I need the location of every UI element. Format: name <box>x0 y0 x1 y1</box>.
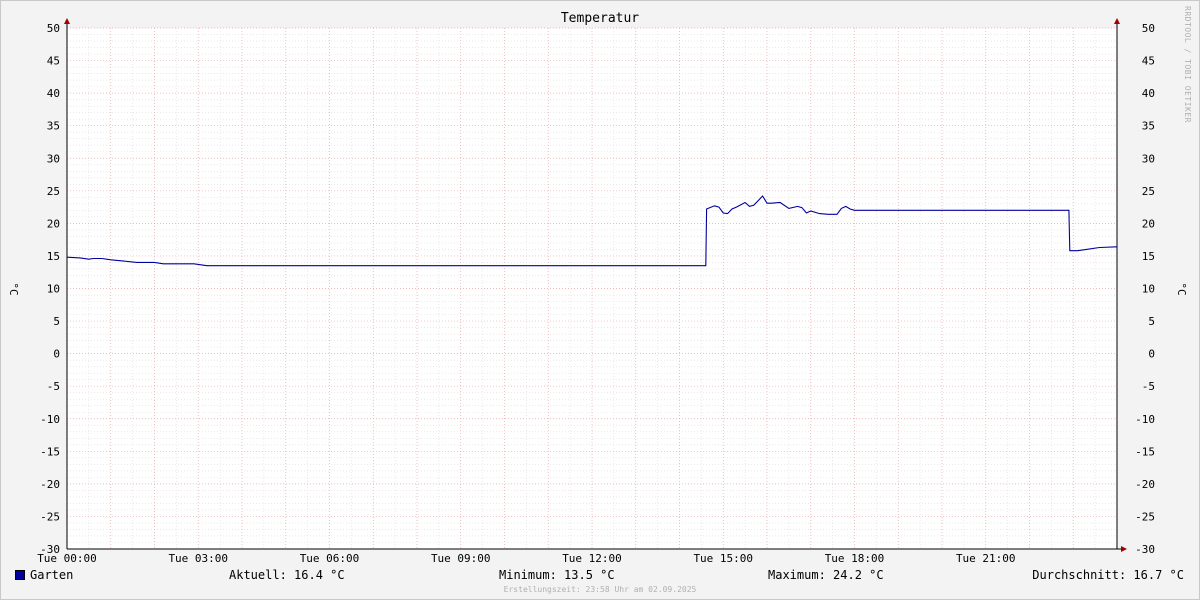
x-axis-arrow <box>1121 546 1127 552</box>
y-tick-label-right: 30 <box>1142 152 1155 165</box>
legend-series-label: Garten <box>30 568 74 582</box>
x-tick-label: Tue 21:00 <box>956 552 1016 565</box>
chart-canvas: 50 5045 4540 4035 3530 3025 2520 2015 1510 105 50 0… <box>7 18 1188 565</box>
y-tick-label-left: 25 <box>47 185 60 198</box>
y-tick-label-right: 25 <box>1142 185 1155 198</box>
y-tick-label-left: 35 <box>47 120 60 133</box>
y-tick-label-left: 0 <box>53 348 60 361</box>
y-tick-label-right: -25 <box>1135 510 1155 523</box>
y-tick-label-left: 15 <box>47 250 60 263</box>
y-tick-label-right: 10 <box>1142 283 1155 296</box>
y-tick-label-right: 5 <box>1148 315 1155 328</box>
x-tick-label: Tue 06:00 <box>300 552 360 565</box>
x-tick-label: Tue 03:00 <box>168 552 228 565</box>
y-axis-label-right: °C <box>1175 282 1188 295</box>
y-tick-label-right: -15 <box>1135 445 1155 458</box>
y-tick-label-right: -10 <box>1135 413 1155 426</box>
y-tick-label-right: -30 <box>1135 543 1155 556</box>
y-tick-label-left: -5 <box>47 380 60 393</box>
y-axis-left-arrow <box>64 18 70 24</box>
y-tick-label-left: 20 <box>47 217 60 230</box>
y-tick-label-left: 50 <box>47 22 60 35</box>
y-tick-label-left: 10 <box>47 283 60 296</box>
footer-timestamp: Erstellungszeit: 23:58 Uhr am 02.09.2025 <box>503 585 697 594</box>
y-tick-label-right: 50 <box>1142 22 1155 35</box>
y-tick-label-left: -10 <box>40 413 60 426</box>
y-tick-label-left: 45 <box>47 55 60 68</box>
y-axis-label-left: °C <box>7 282 20 295</box>
y-tick-label-right: 40 <box>1142 87 1155 100</box>
x-tick-label: Tue 15:00 <box>693 552 753 565</box>
y-tick-label-left: 30 <box>47 152 60 165</box>
y-tick-label-right: 15 <box>1142 250 1155 263</box>
x-tick-label: Tue 18:00 <box>825 552 885 565</box>
y-tick-label-right: 20 <box>1142 217 1155 230</box>
y-tick-label-right: 0 <box>1148 348 1155 361</box>
y-tick-label-right: 45 <box>1142 55 1155 68</box>
y-tick-label-left: -20 <box>40 478 60 491</box>
legend-average: Durchschnitt: 16.7 °C <box>1032 568 1184 582</box>
y-tick-label-right: -20 <box>1135 478 1155 491</box>
y-tick-label-left: -25 <box>40 510 60 523</box>
legend-minimum: Minimum: 13.5 °C <box>499 568 615 582</box>
x-tick-label: Tue 00:00 <box>37 552 97 565</box>
y-axis-right-arrow <box>1114 18 1120 24</box>
y-tick-label-left: -15 <box>40 445 60 458</box>
x-tick-label: Tue 09:00 <box>431 552 491 565</box>
y-tick-label-left: 5 <box>53 315 60 328</box>
legend-swatch-garten <box>15 570 25 580</box>
legend-current: Aktuell: 16.4 °C <box>229 568 345 582</box>
legend-maximum: Maximum: 24.2 °C <box>768 568 884 582</box>
y-tick-label-right: -5 <box>1142 380 1155 393</box>
y-tick-label-left: 40 <box>47 87 60 100</box>
x-tick-label: Tue 12:00 <box>562 552 622 565</box>
y-tick-label-right: 35 <box>1142 120 1155 133</box>
